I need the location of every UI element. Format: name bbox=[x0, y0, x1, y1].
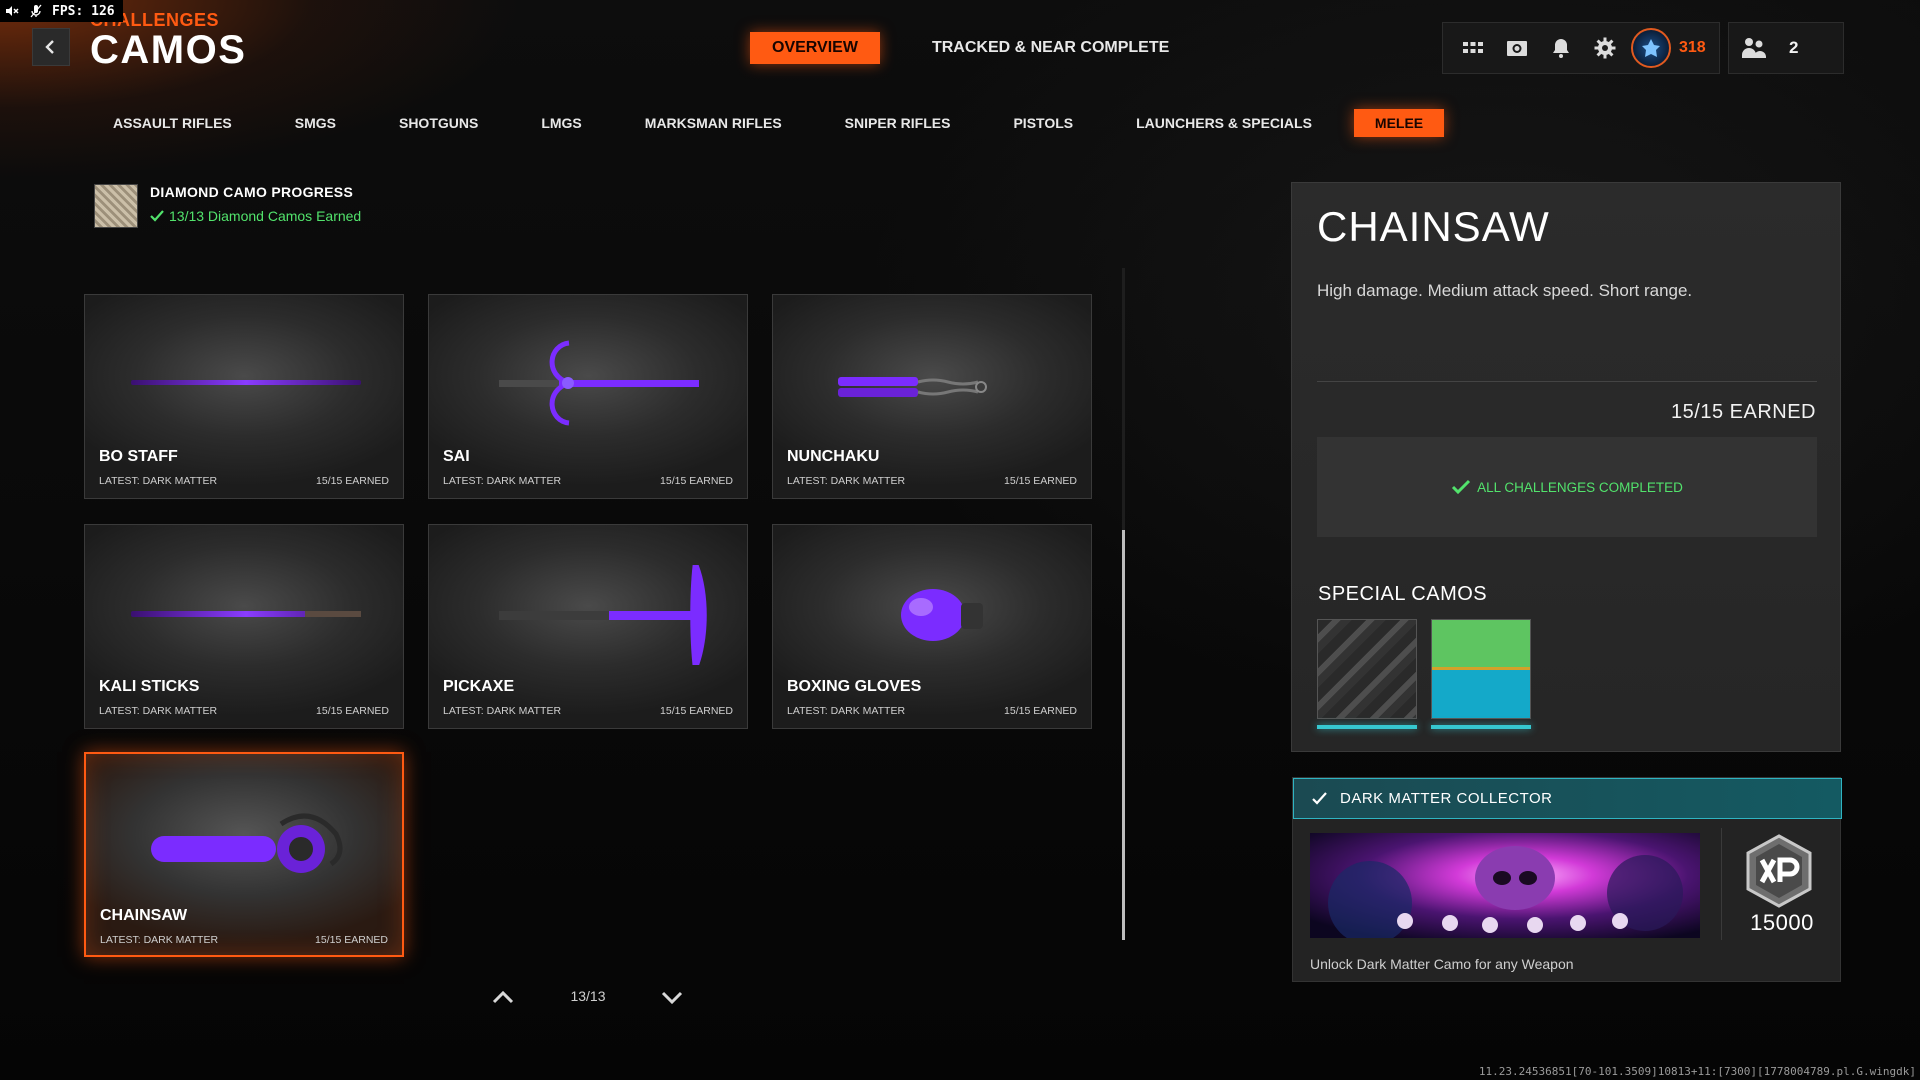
mute-icon[interactable] bbox=[0, 0, 24, 22]
rank-badge-icon[interactable] bbox=[1631, 28, 1671, 68]
collector-description: Unlock Dark Matter Camo for any Weapon bbox=[1310, 956, 1574, 972]
tab-smgs[interactable]: SMGS bbox=[274, 109, 357, 137]
weapon-name: CHAINSAW bbox=[100, 907, 188, 924]
weapon-earned: 15/15 EARNED bbox=[1004, 705, 1077, 717]
tab-tracked-near-complete[interactable]: TRACKED & NEAR COMPLETE bbox=[910, 32, 1191, 64]
camera-icon[interactable] bbox=[1495, 26, 1539, 70]
tab-shotguns[interactable]: SHOTGUNS bbox=[378, 109, 499, 137]
weapon-earned: 15/15 EARNED bbox=[316, 705, 389, 717]
weapon-earned: 15/15 EARNED bbox=[660, 475, 733, 487]
weapon-name: BO STAFF bbox=[99, 448, 178, 465]
special-camos-title: SPECIAL CAMOS bbox=[1318, 583, 1488, 605]
detail-description: High damage. Medium attack speed. Short … bbox=[1317, 281, 1693, 300]
top-right-toolbar: 318 bbox=[1442, 22, 1720, 74]
page-down-icon[interactable] bbox=[661, 991, 683, 1005]
chainsaw-icon bbox=[151, 813, 343, 873]
dark-matter-artwork bbox=[1310, 833, 1700, 938]
tab-sniper-rifles[interactable]: SNIPER RIFLES bbox=[824, 109, 972, 137]
nunchaku-icon bbox=[838, 377, 987, 397]
tab-launchers-specials[interactable]: LAUNCHERS & SPECIALS bbox=[1115, 109, 1333, 137]
weapon-card-nunchaku[interactable]: NUNCHAKU LATEST: DARK MATTER 15/15 EARNE… bbox=[772, 294, 1092, 499]
weapon-name: BOXING GLOVES bbox=[787, 678, 922, 695]
sai-icon bbox=[499, 340, 699, 426]
weapon-detail-panel: CHAINSAW High damage. Medium attack spee… bbox=[1291, 182, 1841, 752]
xp-reward: 15000 bbox=[1750, 910, 1814, 935]
chevron-left-icon bbox=[45, 40, 54, 54]
divider bbox=[1721, 828, 1722, 940]
divider bbox=[1317, 381, 1817, 382]
detail-earned: 15/15 EARNED bbox=[1671, 401, 1816, 423]
page-indicator: 13/13 bbox=[570, 988, 606, 1004]
tab-melee[interactable]: MELEE bbox=[1353, 109, 1445, 137]
checkmark-icon bbox=[1312, 791, 1327, 805]
xp-badge-icon bbox=[1746, 834, 1812, 908]
party-button[interactable]: 2 bbox=[1728, 22, 1844, 74]
back-button[interactable] bbox=[32, 28, 70, 66]
weapon-name: NUNCHAKU bbox=[787, 448, 880, 465]
friends-icon bbox=[1742, 38, 1766, 58]
kali-sticks-icon bbox=[131, 611, 361, 617]
weapon-earned: 15/15 EARNED bbox=[316, 475, 389, 487]
challenge-status-box: ALL CHALLENGES COMPLETED bbox=[1317, 437, 1817, 537]
bo-staff-icon bbox=[131, 380, 361, 385]
diamond-camo-progress: DIAMOND CAMO PROGRESS 13/13 Diamond Camo… bbox=[94, 184, 361, 228]
weapon-latest-camo: LATEST: DARK MATTER bbox=[787, 705, 906, 717]
checkmark-icon bbox=[1452, 479, 1471, 495]
bell-icon[interactable] bbox=[1539, 26, 1583, 70]
weapon-earned: 15/15 EARNED bbox=[660, 705, 733, 717]
fps-counter: FPS: 126 bbox=[52, 3, 115, 19]
special-camo-progress bbox=[1317, 725, 1417, 729]
pickaxe-icon bbox=[499, 565, 707, 665]
tab-pistols[interactable]: PISTOLS bbox=[992, 109, 1094, 137]
weapon-name: PICKAXE bbox=[443, 678, 515, 695]
weapon-latest-camo: LATEST: DARK MATTER bbox=[100, 934, 219, 946]
special-camo-progress bbox=[1431, 725, 1531, 729]
weapon-card-kali-sticks[interactable]: KALI STICKS LATEST: DARK MATTER 15/15 EA… bbox=[84, 524, 404, 729]
detail-title: CHAINSAW bbox=[1317, 203, 1550, 250]
weapon-earned: 15/15 EARNED bbox=[315, 934, 388, 946]
tab-lmgs[interactable]: LMGS bbox=[520, 109, 602, 137]
weapon-latest-camo: LATEST: DARK MATTER bbox=[99, 475, 218, 487]
weapon-card-boxing-gloves[interactable]: BOXING GLOVES LATEST: DARK MATTER 15/15 … bbox=[772, 524, 1092, 729]
boxing-glove-icon bbox=[901, 589, 983, 641]
weapon-latest-camo: LATEST: DARK MATTER bbox=[787, 475, 906, 487]
weapon-card-pickaxe[interactable]: PICKAXE LATEST: DARK MATTER 15/15 EARNED bbox=[428, 524, 748, 729]
party-count: 2 bbox=[1789, 38, 1799, 57]
tab-overview[interactable]: OVERVIEW bbox=[750, 32, 880, 64]
weapon-name: SAI bbox=[443, 448, 470, 465]
top-tabs: OVERVIEW TRACKED & NEAR COMPLETE bbox=[750, 32, 1191, 64]
mic-muted-icon[interactable] bbox=[24, 0, 48, 22]
weapon-card-sai[interactable]: SAI LATEST: DARK MATTER 15/15 EARNED bbox=[428, 294, 748, 499]
collector-header: DARK MATTER COLLECTOR bbox=[1293, 778, 1842, 819]
camos-screen: FPS: 126 CHALLENGES CAMOS OVERVIEW TRACK… bbox=[0, 0, 1920, 1080]
weapon-card-bo-staff[interactable]: BO STAFF LATEST: DARK MATTER 15/15 EARNE… bbox=[84, 294, 404, 499]
checkmark-icon bbox=[150, 210, 164, 222]
scrollbar-thumb[interactable] bbox=[1122, 530, 1125, 940]
diamond-camo-swatch bbox=[94, 184, 138, 228]
tab-marksman-rifles[interactable]: MARKSMAN RIFLES bbox=[624, 109, 803, 137]
tab-assault-rifles[interactable]: ASSAULT RIFLES bbox=[92, 109, 253, 137]
collector-title: DARK MATTER COLLECTOR bbox=[1340, 790, 1553, 807]
special-camo-swatch[interactable] bbox=[1317, 619, 1417, 719]
menu-grid-icon[interactable] bbox=[1451, 26, 1495, 70]
category-tabs: ASSAULT RIFLES SMGS SHOTGUNS LMGS MARKSM… bbox=[92, 108, 1465, 138]
weapon-card-chainsaw[interactable]: CHAINSAW LATEST: DARK MATTER 15/15 EARNE… bbox=[84, 752, 404, 957]
weapon-name: KALI STICKS bbox=[99, 678, 200, 695]
diamond-progress-title: DIAMOND CAMO PROGRESS bbox=[150, 184, 354, 200]
weapon-latest-camo: LATEST: DARK MATTER bbox=[443, 705, 562, 717]
page-title: CAMOS bbox=[90, 28, 247, 72]
os-overlay: FPS: 126 bbox=[0, 0, 123, 22]
gear-icon[interactable] bbox=[1583, 26, 1627, 70]
special-camo-swatch[interactable] bbox=[1431, 619, 1531, 719]
dark-matter-collector[interactable]: DARK MATTER COLLECTOR 15000 Unlock Dark … bbox=[1292, 777, 1842, 982]
build-info: 11.23.24536851[70-101.3509]10813+11:[730… bbox=[1478, 1065, 1916, 1078]
diamond-progress-status: 13/13 Diamond Camos Earned bbox=[150, 208, 361, 224]
challenge-status: ALL CHALLENGES COMPLETED bbox=[1451, 477, 1683, 497]
scrollbar[interactable] bbox=[1122, 268, 1125, 940]
rank-level: 318 bbox=[1679, 39, 1706, 56]
page-up-icon[interactable] bbox=[492, 990, 514, 1004]
weapon-latest-camo: LATEST: DARK MATTER bbox=[99, 705, 218, 717]
weapon-earned: 15/15 EARNED bbox=[1004, 475, 1077, 487]
weapon-latest-camo: LATEST: DARK MATTER bbox=[443, 475, 562, 487]
